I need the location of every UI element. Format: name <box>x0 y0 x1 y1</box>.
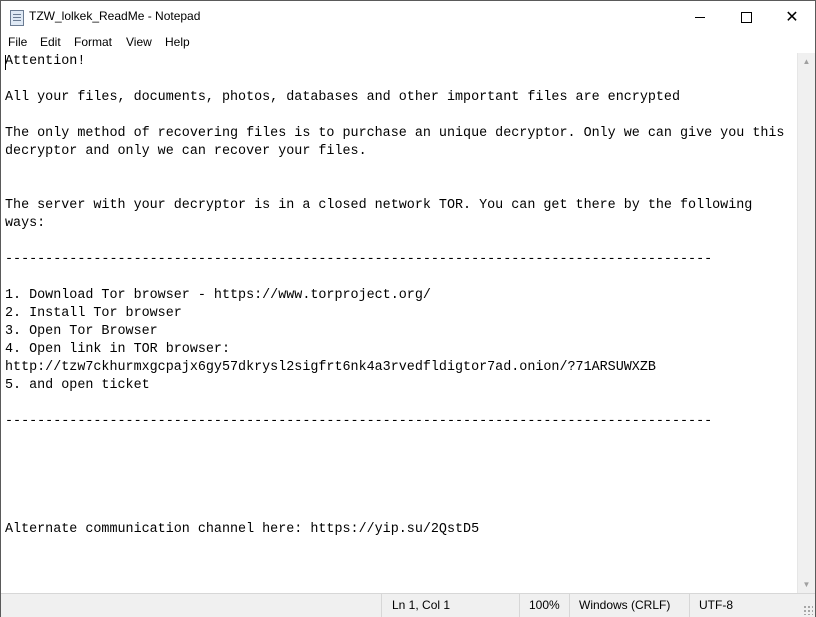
scroll-down-icon[interactable]: ▼ <box>798 576 815 593</box>
status-divider <box>381 594 382 617</box>
encoding: UTF-8 <box>699 598 733 612</box>
maximize-button[interactable] <box>723 1 769 33</box>
minimize-button[interactable] <box>677 1 723 33</box>
text-editor[interactable]: Attention! All your files, documents, ph… <box>1 53 797 593</box>
status-divider <box>689 594 690 617</box>
document-text[interactable]: Attention! All your files, documents, ph… <box>5 53 784 539</box>
menu-edit[interactable]: Edit <box>40 35 61 49</box>
close-icon: ✕ <box>785 9 799 26</box>
minimize-icon <box>695 16 705 18</box>
status-bar: Ln 1, Col 1 100% Windows (CRLF) UTF-8 <box>1 593 815 617</box>
status-divider <box>569 594 570 617</box>
maximize-icon <box>740 11 752 23</box>
menu-view[interactable]: View <box>126 35 152 49</box>
scroll-up-icon[interactable]: ▲ <box>798 53 815 70</box>
close-button[interactable]: ✕ <box>769 1 815 33</box>
status-divider <box>519 594 520 617</box>
menu-file[interactable]: File <box>8 35 27 49</box>
menu-format[interactable]: Format <box>74 35 112 49</box>
notepad-window: TZW_lolkek_ReadMe - Notepad ✕ File Edit … <box>0 0 816 617</box>
notepad-icon <box>10 10 24 26</box>
menu-help[interactable]: Help <box>165 35 190 49</box>
title-bar[interactable]: TZW_lolkek_ReadMe - Notepad ✕ <box>1 1 815 33</box>
menu-bar: File Edit Format View Help <box>1 33 815 54</box>
vertical-scrollbar[interactable]: ▲ ▼ <box>797 53 815 593</box>
window-title: TZW_lolkek_ReadMe - Notepad <box>29 9 201 23</box>
resize-grip-icon[interactable] <box>803 605 813 615</box>
line-ending: Windows (CRLF) <box>579 598 671 612</box>
cursor-position: Ln 1, Col 1 <box>392 598 451 612</box>
text-caret <box>5 55 6 70</box>
zoom-level: 100% <box>529 598 560 612</box>
